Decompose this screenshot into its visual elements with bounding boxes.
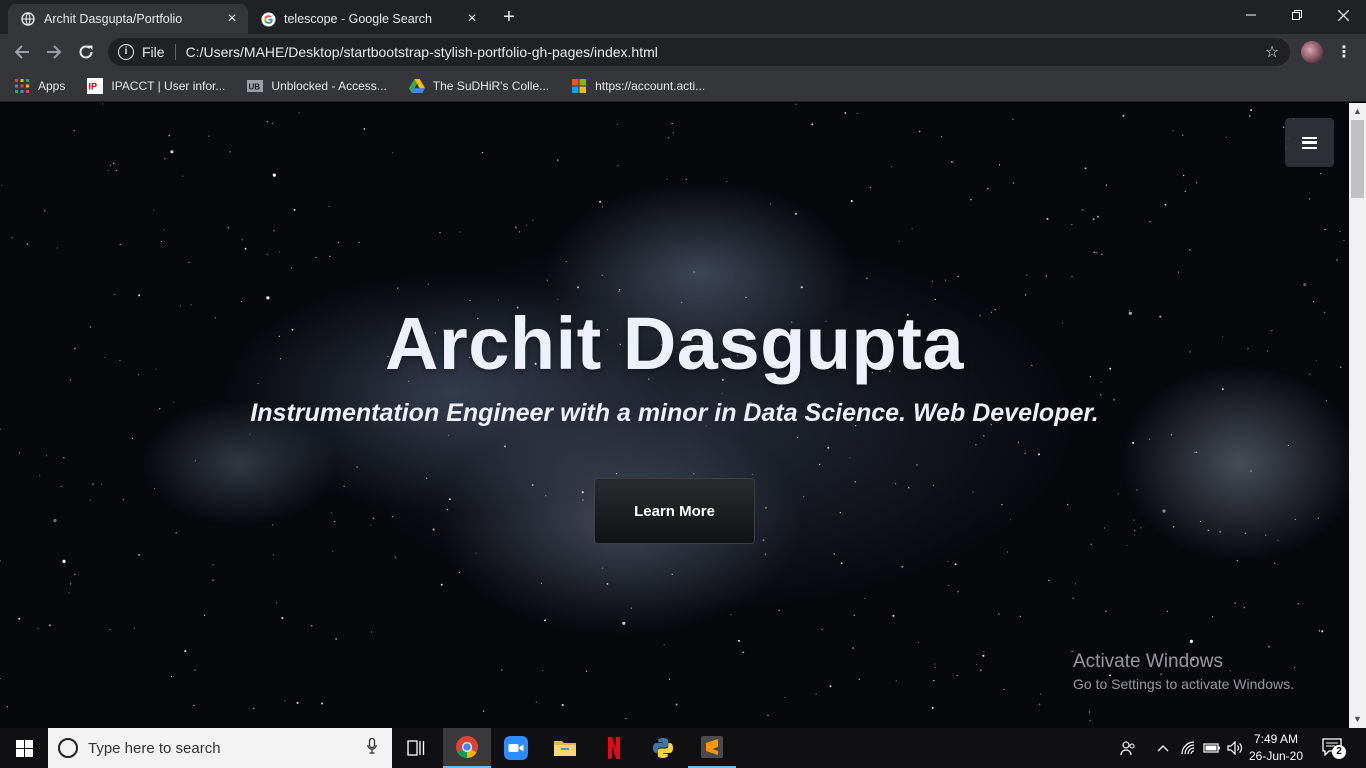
svg-text:IP: IP bbox=[89, 81, 98, 91]
cortana-icon[interactable] bbox=[58, 738, 78, 758]
scroll-up-arrow-icon[interactable]: ▲ bbox=[1349, 103, 1366, 120]
task-view-button[interactable] bbox=[392, 728, 440, 768]
google-icon bbox=[260, 11, 276, 27]
zoom-icon bbox=[504, 736, 528, 760]
restore-icon[interactable] bbox=[1274, 0, 1320, 30]
new-tab-button[interactable]: + bbox=[498, 7, 520, 29]
bookmark-unblocked[interactable]: UB Unblocked - Access... bbox=[247, 78, 387, 94]
tab-title: Archit Dasgupta/Portfolio bbox=[44, 12, 183, 26]
scrollbar-thumb[interactable] bbox=[1351, 120, 1364, 198]
back-arrow-icon[interactable] bbox=[10, 40, 34, 64]
system-clock[interactable]: 7:49 AM 26-Jun-20 bbox=[1244, 731, 1308, 765]
scroll-down-arrow-icon[interactable]: ▼ bbox=[1349, 711, 1366, 728]
clock-date: 26-Jun-20 bbox=[1248, 749, 1304, 763]
info-icon[interactable]: i bbox=[118, 44, 134, 60]
python-icon bbox=[653, 738, 673, 758]
activate-windows-watermark: Activate Windows Go to Settings to activ… bbox=[1073, 651, 1294, 692]
show-hidden-icons-chevron-icon[interactable] bbox=[1152, 728, 1174, 768]
taskbar-sublime-text[interactable] bbox=[688, 728, 736, 768]
hero-title: Archit Dasgupta bbox=[384, 302, 964, 385]
clock-time: 7:49 AM bbox=[1253, 732, 1299, 746]
sublime-text-icon bbox=[701, 736, 723, 758]
wifi-icon[interactable] bbox=[1178, 728, 1200, 768]
url-text[interactable]: C:/Users/MAHE/Desktop/startbootstrap-sty… bbox=[186, 44, 658, 60]
bookmark-label: The SuDHiR's Colle... bbox=[432, 78, 550, 93]
taskbar-python[interactable] bbox=[639, 728, 687, 768]
tab-portfolio[interactable]: Archit Dasgupta/Portfolio × bbox=[8, 4, 248, 34]
taskbar-netflix[interactable] bbox=[590, 728, 638, 768]
watermark-title: Activate Windows bbox=[1073, 651, 1223, 672]
minimize-icon[interactable] bbox=[1228, 0, 1274, 30]
close-window-icon[interactable] bbox=[1320, 0, 1366, 30]
bookmark-ipacct[interactable]: IP IPACCT | User infor... bbox=[87, 77, 226, 94]
tab-title: telescope - Google Search bbox=[284, 12, 433, 26]
search-placeholder: Type here to search bbox=[88, 739, 221, 757]
bookmark-star-icon[interactable]: ☆ bbox=[1262, 42, 1282, 62]
chrome-icon bbox=[456, 736, 478, 758]
forward-arrow-icon[interactable] bbox=[42, 40, 66, 64]
file-explorer-icon bbox=[554, 741, 576, 756]
apps-grid-icon bbox=[14, 78, 30, 94]
globe-icon bbox=[20, 11, 36, 27]
learn-more-button[interactable]: Learn More bbox=[594, 478, 755, 544]
bookmark-label: https://account.acti... bbox=[595, 78, 706, 93]
people-icon[interactable] bbox=[1116, 728, 1140, 768]
profile-avatar[interactable] bbox=[1301, 41, 1323, 63]
microsoft-icon bbox=[571, 78, 587, 94]
tab-google-search[interactable]: telescope - Google Search × bbox=[248, 4, 488, 34]
watermark-subtitle: Go to Settings to activate Windows. bbox=[1073, 676, 1294, 692]
bookmark-label: Apps bbox=[38, 78, 66, 93]
close-tab-icon[interactable]: × bbox=[464, 11, 480, 27]
address-bar[interactable]: i File C:/Users/MAHE/Desktop/startbootst… bbox=[108, 38, 1290, 66]
google-drive-icon bbox=[408, 78, 425, 94]
hero-tagline: Instrumentation Engineer with a minor in… bbox=[250, 399, 1099, 427]
windows-taskbar: Type here to search 7:49 AM 26-Jun-20 2 bbox=[0, 728, 1366, 768]
bookmark-label: IPACCT | User infor... bbox=[111, 78, 226, 93]
browser-toolbar: i File C:/Users/MAHE/Desktop/startbootst… bbox=[0, 34, 1366, 70]
bookmark-apps[interactable]: Apps bbox=[14, 78, 65, 94]
ub-icon: UB bbox=[247, 78, 264, 94]
svg-text:UB: UB bbox=[249, 82, 261, 91]
close-tab-icon[interactable]: × bbox=[224, 11, 240, 27]
reload-icon[interactable] bbox=[74, 40, 98, 64]
battery-icon[interactable] bbox=[1201, 728, 1223, 768]
taskbar-search-box[interactable]: Type here to search bbox=[48, 728, 392, 768]
hamburger-icon bbox=[1302, 136, 1317, 149]
bookmark-sudhir[interactable]: The SuDHiR's Colle... bbox=[408, 78, 550, 94]
kebab-menu-icon[interactable]: ⋮ bbox=[1336, 42, 1352, 62]
scheme-label: File bbox=[142, 44, 165, 60]
taskbar-chrome[interactable] bbox=[443, 728, 491, 768]
page-scrollbar[interactable]: ▲ ▼ bbox=[1349, 103, 1366, 728]
start-button[interactable] bbox=[0, 728, 48, 768]
screen: Archit Dasgupta/Portfolio × telescope - … bbox=[0, 0, 1366, 768]
action-center-button[interactable]: 2 bbox=[1322, 738, 1346, 759]
address-divider bbox=[174, 44, 176, 60]
netflix-icon bbox=[608, 737, 620, 759]
task-view-icon bbox=[407, 740, 425, 756]
taskbar-zoom[interactable] bbox=[492, 728, 540, 768]
windows-logo-icon bbox=[15, 739, 33, 757]
bookmark-account[interactable]: https://account.acti... bbox=[571, 78, 705, 94]
tab-strip: Archit Dasgupta/Portfolio × telescope - … bbox=[0, 0, 1366, 34]
portfolio-page: Archit Dasgupta Instrumentation Engineer… bbox=[0, 103, 1349, 728]
notification-count-badge: 2 bbox=[1332, 745, 1346, 759]
ipacct-icon: IP bbox=[87, 77, 104, 94]
bookmarks-bar: Apps IP IPACCT | User infor... UB Unbloc… bbox=[0, 70, 1366, 102]
hamburger-menu-button[interactable] bbox=[1285, 118, 1334, 167]
taskbar-file-explorer[interactable] bbox=[541, 728, 589, 768]
volume-icon[interactable] bbox=[1224, 728, 1246, 768]
microphone-icon[interactable] bbox=[362, 737, 382, 758]
bookmark-label: Unblocked - Access... bbox=[271, 78, 387, 93]
